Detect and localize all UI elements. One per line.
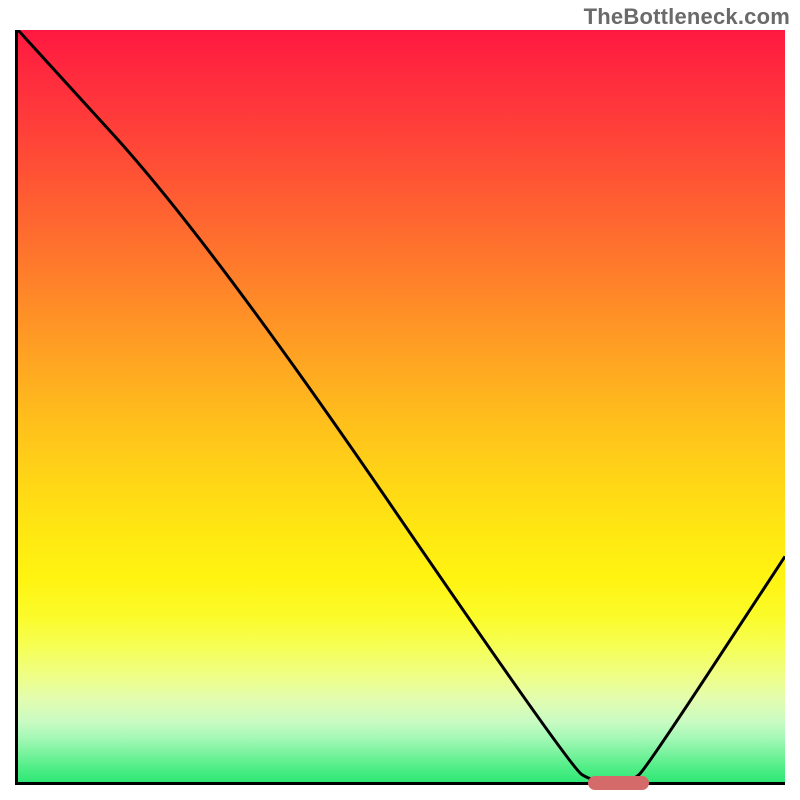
bottleneck-curve-path: [18, 30, 785, 782]
curve-svg: [18, 30, 785, 782]
bottleneck-chart: TheBottleneck.com: [0, 0, 800, 800]
optimal-range-marker: [588, 776, 650, 790]
watermark-text: TheBottleneck.com: [584, 4, 790, 30]
plot-area: [15, 30, 785, 785]
